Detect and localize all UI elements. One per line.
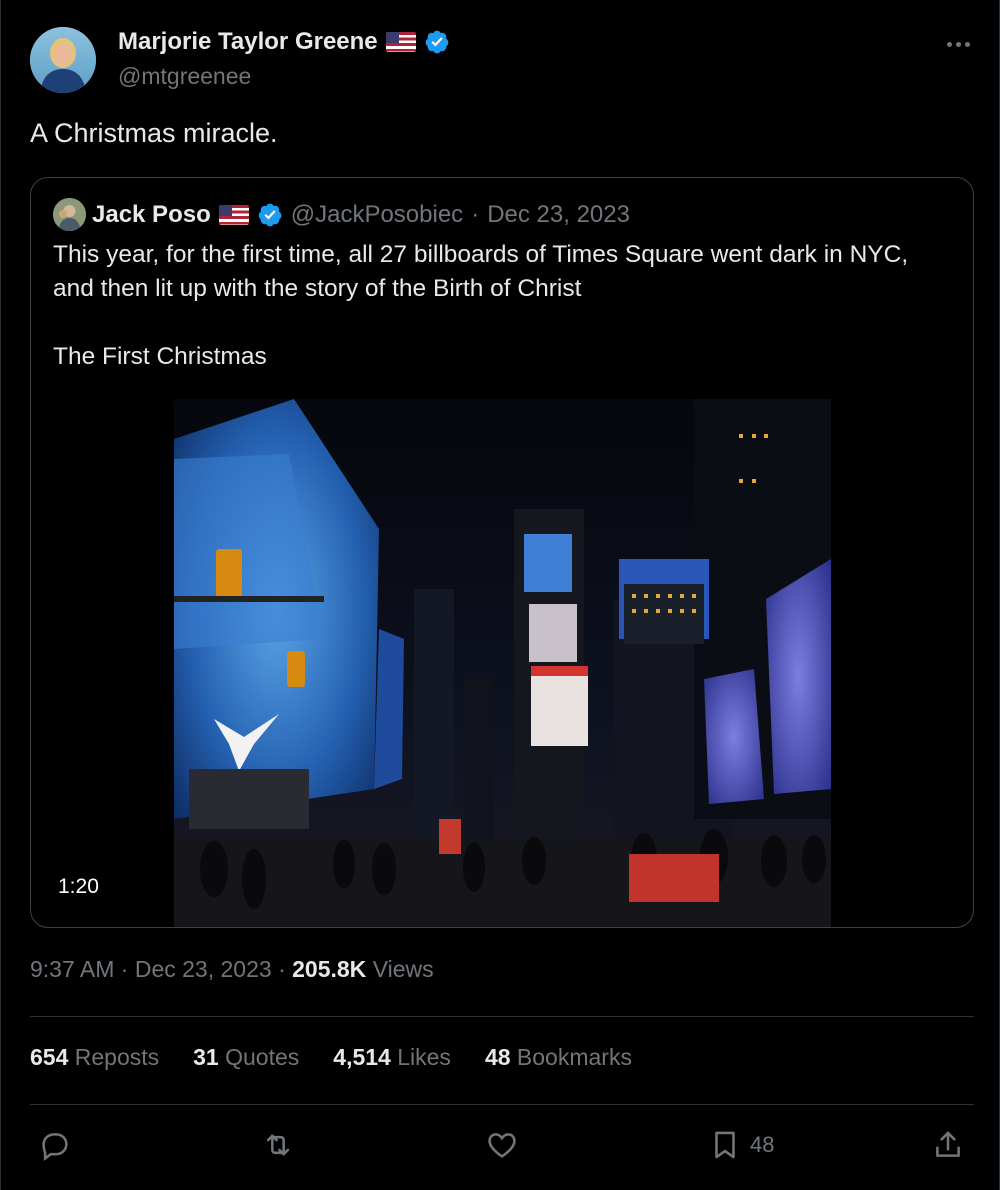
author-name[interactable]: Marjorie Taylor Greene	[118, 28, 378, 56]
more-dot-icon	[964, 41, 970, 47]
us-flag-icon	[385, 32, 416, 52]
stat-label: Likes	[397, 1044, 451, 1070]
quoted-tweet-card[interactable]: Jack Poso @JackPosobiec · Dec 23, 2023 T…	[30, 177, 974, 928]
tweet-time[interactable]: 9:37 AM	[30, 956, 114, 982]
divider	[30, 1104, 974, 1105]
bookmark-count: 48	[750, 1132, 775, 1157]
stat-quotes[interactable]: 31 Quotes	[193, 1044, 299, 1071]
author-avatar[interactable]	[30, 27, 96, 93]
engagement-stats: 654 Reposts 31 Quotes 4,514 Likes 48 Boo…	[30, 1044, 632, 1071]
bookmark-button[interactable]: 48	[708, 1125, 774, 1165]
tweet-detail: Marjorie Taylor Greene @mtgreenee A Chri…	[0, 0, 1000, 1190]
stat-count: 48	[484, 1044, 511, 1070]
quoted-author-handle[interactable]: @JackPosobiec	[291, 201, 463, 229]
stat-label: Reposts	[74, 1044, 160, 1070]
quoted-header: Jack Poso @JackPosobiec · Dec 23, 2023	[92, 198, 630, 231]
views-count: 205.8K	[292, 956, 367, 982]
separator-dot: ·	[471, 200, 480, 228]
more-dot-icon	[955, 41, 961, 47]
tweet-text: A Christmas miracle.	[30, 118, 278, 148]
heart-icon	[488, 1133, 516, 1158]
share-icon	[936, 1131, 960, 1157]
repost-icon	[266, 1134, 290, 1156]
tweet-date[interactable]: Dec 23, 2023	[135, 956, 272, 982]
quoted-paragraph: This year, for the first time, all 27 bi…	[53, 241, 909, 302]
stat-count: 654	[30, 1044, 69, 1070]
quoted-date[interactable]: Dec 23, 2023	[487, 201, 630, 229]
video-player[interactable]	[174, 399, 831, 927]
us-flag-icon	[218, 204, 249, 225]
divider	[30, 1016, 974, 1017]
stat-reposts[interactable]: 654 Reposts	[30, 1044, 159, 1071]
author-handle[interactable]: @mtgreenee	[118, 63, 251, 90]
author-name-row[interactable]: Marjorie Taylor Greene	[118, 28, 450, 56]
verified-badge-icon	[258, 203, 282, 226]
more-dot-icon	[946, 41, 952, 47]
tweet-meta: 9:37 AM · Dec 23, 2023 · 205.8K Views	[30, 956, 434, 983]
stat-label: Bookmarks	[516, 1044, 632, 1070]
verified-badge-icon	[425, 30, 449, 54]
share-button[interactable]	[931, 1125, 965, 1165]
quoted-text: This year, for the first time, all 27 bi…	[53, 238, 953, 374]
video-duration-badge: 1:20	[49, 872, 108, 902]
bookmark-icon	[715, 1131, 735, 1159]
reply-button[interactable]	[38, 1125, 72, 1165]
stat-bookmarks[interactable]: 48 Bookmarks	[485, 1044, 632, 1071]
quoted-paragraph: The First Christmas	[53, 343, 267, 370]
stat-count: 4,514	[333, 1044, 391, 1070]
quoted-author-avatar[interactable]	[53, 198, 86, 231]
separator-dot: ·	[278, 956, 286, 982]
stat-count: 31	[193, 1044, 219, 1070]
like-button[interactable]	[485, 1125, 519, 1165]
reply-icon	[42, 1133, 68, 1162]
stat-likes[interactable]: 4,514 Likes	[333, 1044, 451, 1071]
quoted-author-name[interactable]: Jack Poso	[92, 201, 211, 229]
stat-label: Quotes	[225, 1044, 300, 1070]
more-options-button[interactable]	[941, 30, 975, 58]
views-label: Views	[372, 956, 434, 982]
repost-button[interactable]	[261, 1125, 295, 1165]
video-thumbnail	[174, 399, 831, 927]
separator-dot: ·	[120, 956, 129, 982]
